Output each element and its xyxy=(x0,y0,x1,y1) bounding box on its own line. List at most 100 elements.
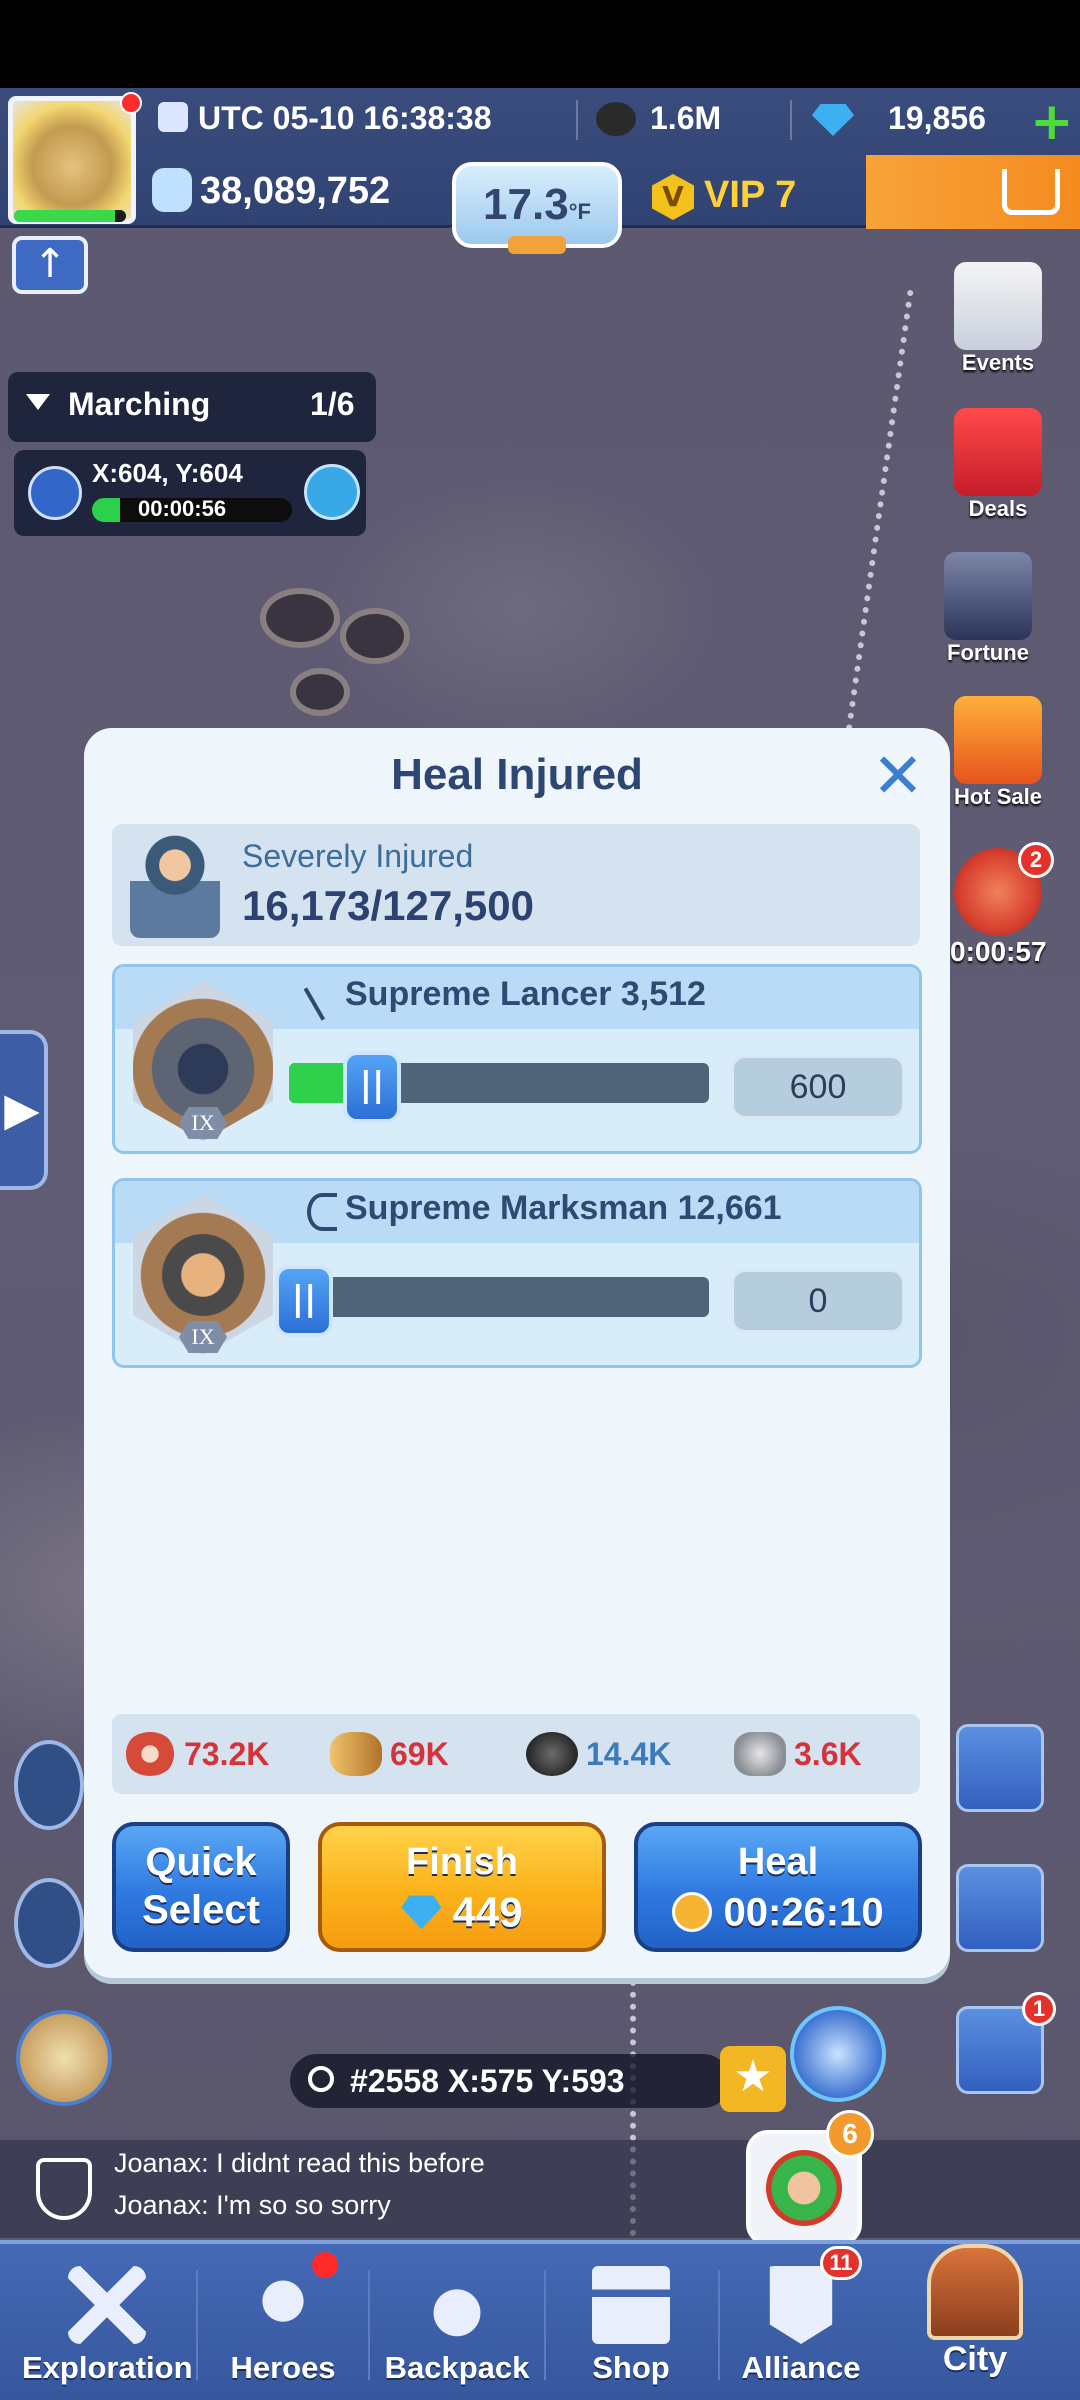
handshake-icon xyxy=(766,2150,842,2226)
heal-slider-track[interactable] xyxy=(289,1277,709,1317)
heal-label: Heal xyxy=(737,1841,819,1883)
quick-select-label-1: Quick xyxy=(145,1840,257,1884)
stamina-bar xyxy=(14,210,126,222)
heal-button[interactable]: Heal 00:26:10 xyxy=(634,1822,922,1952)
temperature-value: 17.3 xyxy=(483,180,569,229)
raid-timer: 0:00:57 xyxy=(950,936,1047,967)
injured-label: Severely Injured xyxy=(242,838,474,874)
vip-button[interactable]: V VIP 7 xyxy=(652,168,862,228)
hero-face-icon xyxy=(244,2266,322,2344)
chat-message: Joanax: I didnt read this before xyxy=(114,2148,485,2178)
bow-icon xyxy=(307,1193,337,1231)
player-avatar[interactable] xyxy=(8,96,136,224)
device-status-bar xyxy=(0,0,1080,88)
gift-clock-icon xyxy=(954,696,1042,784)
world-globe-icon[interactable] xyxy=(14,1878,84,1968)
coal-cost: 14.4K xyxy=(526,1732,671,1776)
storefront-icon xyxy=(592,2266,670,2344)
iron-amount: 3.6K xyxy=(794,1735,862,1772)
alliance-shield-icon xyxy=(36,2158,92,2220)
favorite-star-icon[interactable]: ★ xyxy=(720,2046,786,2112)
collapse-arrow-icon xyxy=(26,394,50,410)
notification-dot xyxy=(120,92,142,114)
store-button[interactable] xyxy=(866,155,1080,229)
march-coords: X:604, Y:604 xyxy=(92,458,243,488)
expand-left-arrow-icon[interactable]: ▶ xyxy=(0,1030,48,1190)
slider-knob[interactable]: || xyxy=(275,1265,333,1337)
heal-injured-dialog: Heal Injured ✕ Severely Injured 16,173/1… xyxy=(84,728,950,1978)
divider xyxy=(368,2270,370,2380)
power-fist-icon xyxy=(152,168,192,212)
finish-label: Finish xyxy=(406,1841,518,1883)
marching-panel[interactable]: Marching 1/6 xyxy=(8,372,376,442)
finish-cost: 449 xyxy=(452,1888,523,1936)
heal-quantity-input[interactable]: 0 xyxy=(731,1269,905,1333)
fortune-button[interactable]: Fortune xyxy=(940,552,1036,666)
finish-cost-row: 449 xyxy=(322,1886,602,1936)
injured-soldier-icon xyxy=(130,834,220,938)
clock-icon xyxy=(672,1892,713,1933)
events-button[interactable]: Events xyxy=(950,262,1046,376)
nav-label: City xyxy=(942,2340,1008,2378)
calendar-icon xyxy=(158,102,188,132)
paw-icon xyxy=(956,1864,1044,1952)
nav-backpack[interactable]: Backpack xyxy=(372,2266,542,2386)
quick-select-button[interactable]: Quick Select xyxy=(112,1822,290,1952)
heal-time: 00:26:10 xyxy=(723,1890,884,1935)
close-icon[interactable]: ✕ xyxy=(870,745,926,807)
map-coordinates[interactable]: #2558 X:575 Y:593 xyxy=(290,2054,730,2108)
sack-icon xyxy=(418,2266,496,2344)
divider xyxy=(576,100,578,140)
view-eye-icon[interactable] xyxy=(304,464,360,520)
vip-level: VIP 7 xyxy=(704,174,797,216)
wood-icon xyxy=(330,1732,382,1776)
alliance-badge: 11 xyxy=(820,2246,862,2280)
wood-cost: 69K xyxy=(330,1732,449,1776)
finish-button[interactable]: Finish 449 xyxy=(318,1822,606,1952)
nav-heroes[interactable]: Heroes xyxy=(198,2266,368,2386)
help-badge: 6 xyxy=(826,2110,874,2158)
heroes-notification-dot xyxy=(312,2252,338,2278)
meat-cost: 73.2K xyxy=(124,1732,269,1776)
troop-name: Supreme Lancer 3,512 xyxy=(345,975,706,1013)
ruin-crater xyxy=(260,588,340,648)
menu-button[interactable] xyxy=(952,1724,1048,1812)
list-menu-icon xyxy=(956,1724,1044,1812)
search-map-icon[interactable] xyxy=(14,1740,84,1830)
upgrade-arrow-icon[interactable]: ↑ xyxy=(12,236,88,294)
nav-alliance[interactable]: Alliance xyxy=(716,2266,886,2386)
city-gate-icon xyxy=(927,2244,1023,2340)
meat-amount: 73.2K xyxy=(184,1735,270,1772)
add-gems-icon[interactable]: + xyxy=(1030,96,1074,148)
quest-scroll-icon[interactable] xyxy=(16,2010,112,2106)
nav-label: Exploration xyxy=(22,2350,193,2385)
coords-text: #2558 X:575 Y:593 xyxy=(350,2063,625,2099)
coal-amount: 1.6M xyxy=(650,100,722,136)
injured-count: 16,173/127,500 xyxy=(242,882,534,929)
meat-icon xyxy=(124,1732,176,1776)
nav-city[interactable]: City xyxy=(890,2244,1060,2379)
heal-quantity-input[interactable]: 600 xyxy=(731,1055,905,1119)
coal-amount: 14.4K xyxy=(586,1735,672,1772)
hero-avatar-button[interactable] xyxy=(790,2006,886,2102)
gem-amount: 19,856 xyxy=(888,100,986,136)
server-time: UTC 05-10 16:38:38 xyxy=(198,100,492,136)
treasure-chest-icon xyxy=(944,552,1032,640)
slider-knob[interactable]: || xyxy=(343,1051,401,1123)
march-entry[interactable]: X:604, Y:604 00:00:56 xyxy=(14,450,366,536)
nav-exploration[interactable]: Exploration xyxy=(22,2266,193,2386)
ruin-crater xyxy=(290,668,350,716)
chat-preview[interactable]: Joanax: I didnt read this before Joanax:… xyxy=(0,2140,1080,2238)
coal-icon xyxy=(526,1732,578,1776)
troop-name: Supreme Marksman 12,661 xyxy=(345,1189,782,1227)
furnace-indicator xyxy=(508,236,566,254)
pet-button[interactable] xyxy=(952,1864,1048,1952)
cart-icon xyxy=(1002,169,1060,215)
nav-shop[interactable]: Shop xyxy=(546,2266,716,2386)
mail-badge: 1 xyxy=(1022,1992,1056,2026)
hot-sale-button[interactable]: Hot Sale xyxy=(950,696,1046,810)
clipboard-icon xyxy=(954,262,1042,350)
events-label: Events xyxy=(961,350,1035,375)
deals-button[interactable]: Deals xyxy=(950,408,1046,522)
coal-icon xyxy=(596,102,636,136)
